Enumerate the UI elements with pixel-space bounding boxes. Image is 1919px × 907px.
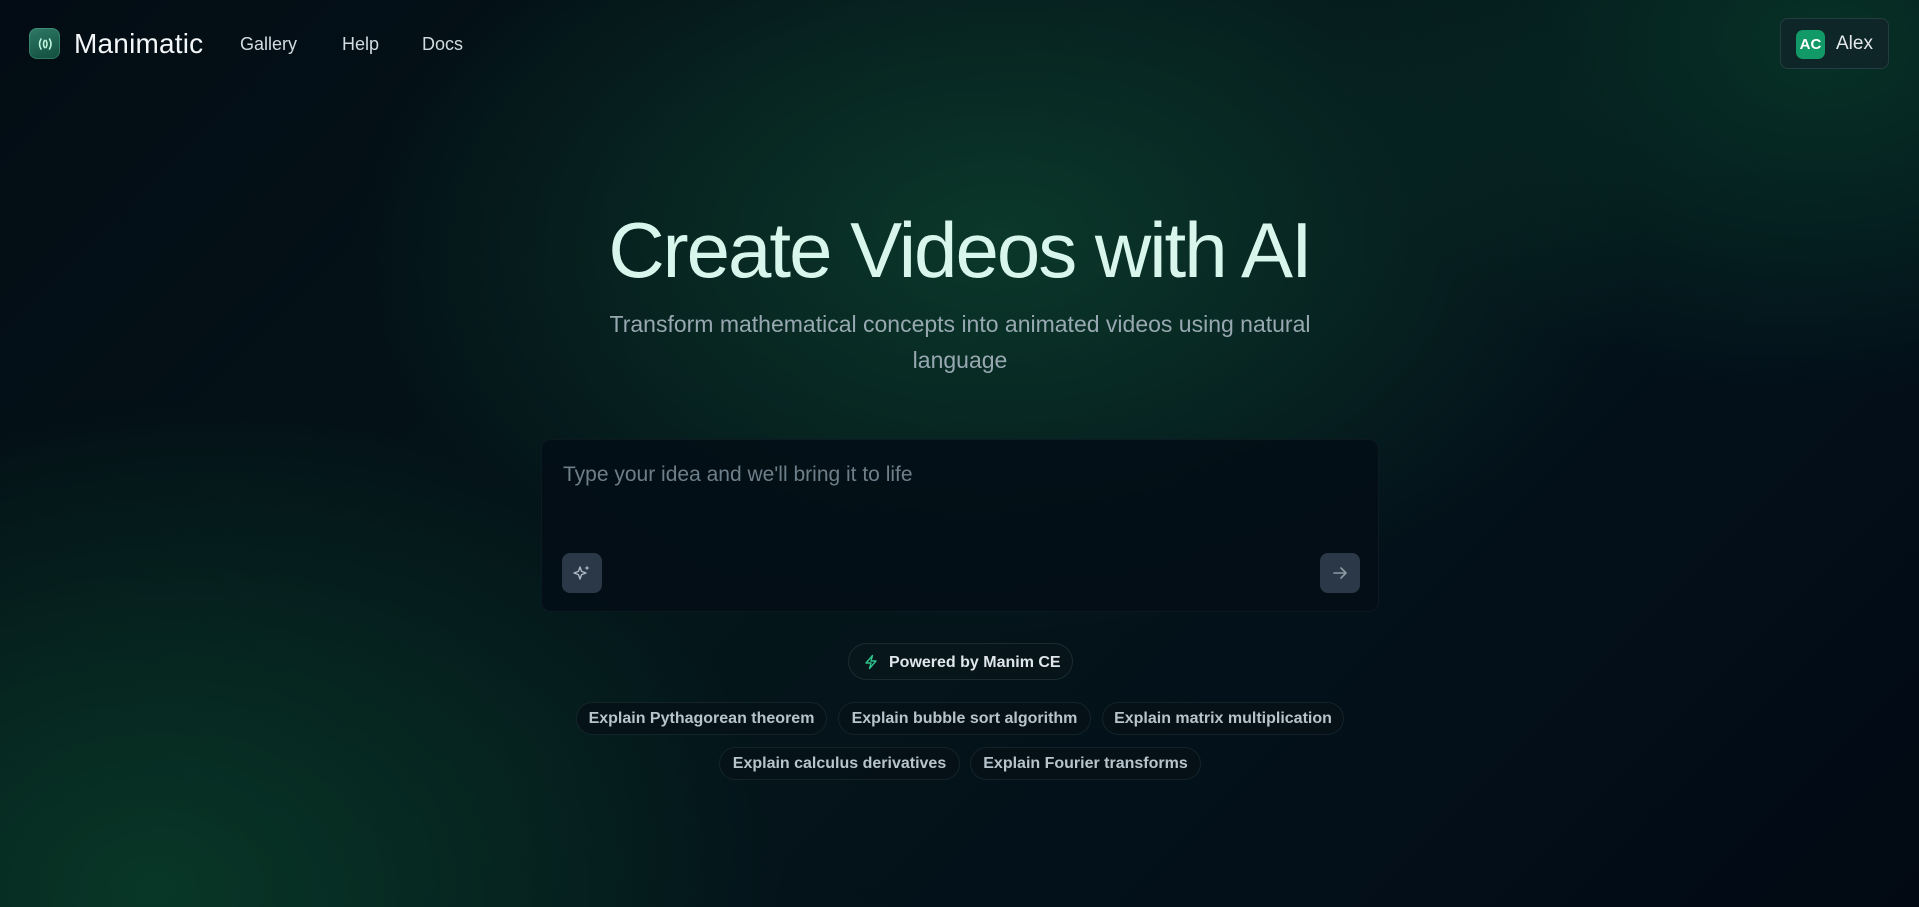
user-menu-button[interactable]: AC Alex bbox=[1780, 18, 1889, 69]
prompt-input[interactable] bbox=[561, 454, 1355, 496]
nav-link-gallery[interactable]: Gallery bbox=[240, 32, 297, 56]
top-nav: Manimatic Gallery Help Docs AC Alex bbox=[0, 0, 1919, 88]
hero-title: Create Videos with AI bbox=[608, 206, 1312, 294]
hero-subtitle: Transform mathematical concepts into ani… bbox=[609, 311, 1311, 373]
suggestion-chip[interactable]: Explain calculus derivatives bbox=[719, 747, 960, 780]
arrow-right-icon bbox=[1333, 567, 1347, 579]
wave-icon[interactable] bbox=[29, 28, 60, 59]
powered-by-label: Powered by Manim CE bbox=[889, 654, 1061, 671]
suggestion-chip[interactable]: Explain matrix multiplication bbox=[1102, 702, 1344, 735]
avatar: AC bbox=[1796, 30, 1825, 59]
suggestion-chip[interactable]: Explain bubble sort algorithm bbox=[838, 702, 1091, 735]
nav-link-docs[interactable]: Docs bbox=[422, 32, 463, 56]
enhance-prompt-button[interactable] bbox=[562, 553, 602, 593]
submit-button[interactable] bbox=[1320, 553, 1360, 593]
lightning-bolt-icon bbox=[865, 654, 877, 670]
sparkles-icon bbox=[573, 565, 590, 580]
brand-name[interactable]: Manimatic bbox=[74, 27, 203, 61]
suggestion-chip[interactable]: Explain Pythagorean theorem bbox=[576, 702, 827, 735]
powered-by-badge: Powered by Manim CE bbox=[848, 643, 1073, 680]
suggestion-chip[interactable]: Explain Fourier transforms bbox=[970, 747, 1201, 780]
prompt-box bbox=[541, 439, 1379, 612]
nav-link-help[interactable]: Help bbox=[342, 32, 379, 56]
user-name: Alex bbox=[1836, 33, 1873, 54]
